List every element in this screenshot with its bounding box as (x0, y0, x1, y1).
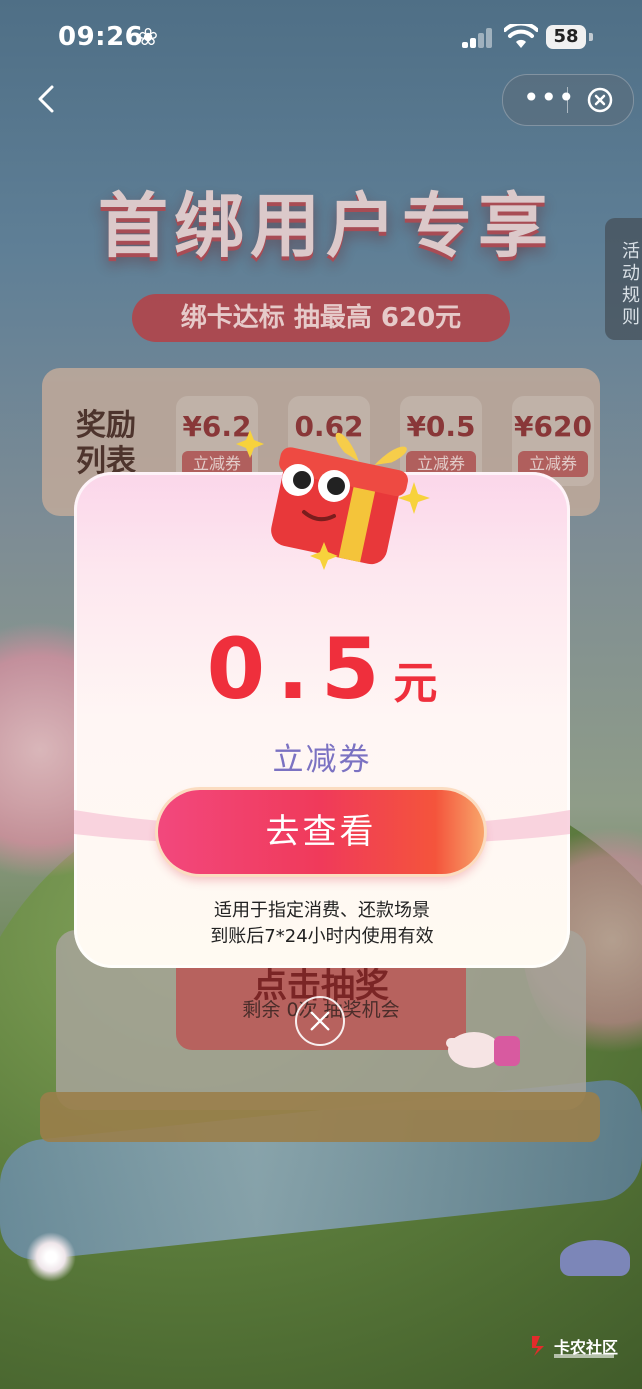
banner-title: 首绑用户专享 (98, 185, 554, 267)
usage-note-line2: 到账后7*24小时内使用有效 (210, 926, 434, 947)
usage-note-line1: 适用于指定消费、还款场景 (214, 900, 430, 921)
watermark-logo: 卡农社区 (530, 1332, 630, 1362)
pointing-hand-icon (446, 1032, 520, 1068)
battery-tip (589, 33, 593, 41)
close-modal-icon[interactable] (295, 996, 345, 1046)
usage-note: 适用于指定消费、还款场景 到账后7*24小时内使用有效 (74, 898, 570, 950)
prize-amount: 0.5元 (74, 620, 570, 718)
background-mushroom (560, 1240, 630, 1276)
status-time: 09:26 (58, 22, 144, 52)
prize-amount-value: 0.5 (206, 620, 392, 718)
back-icon[interactable] (32, 84, 62, 114)
banner-subtitle: 绑卡达标 抽最高 620元 (132, 294, 510, 342)
page: 09:26 ❀ 58 ••• 首绑用户专享 绑卡达标 抽最高 620元 活动规则… (0, 0, 642, 1389)
mini-program-capsule: ••• (502, 74, 634, 126)
gold-base (40, 1092, 600, 1142)
background-flower (26, 1232, 76, 1282)
gift-mascot-icon (236, 430, 430, 570)
reward-list-label: 奖励列表 (76, 408, 136, 479)
more-icon[interactable]: ••• (523, 84, 575, 112)
coupon-type: 立减券 (272, 742, 372, 778)
capsule-divider (567, 87, 568, 113)
status-bar: 09:26 ❀ 58 (0, 0, 642, 76)
cellular-signal-icon (462, 28, 494, 48)
reward-amount: ¥620 (514, 410, 592, 443)
close-mini-program-icon[interactable] (587, 87, 613, 113)
prize-amount-unit: 元 (393, 658, 438, 709)
flower-icon: ❀ (138, 23, 159, 51)
wifi-icon (504, 24, 538, 48)
view-coupon-button[interactable]: 去查看 (158, 790, 484, 874)
battery-indicator: 58 (546, 25, 586, 49)
watermark-icon (532, 1336, 544, 1356)
watermark-subline (554, 1354, 614, 1358)
rules-tab[interactable]: 活动规则 (605, 218, 642, 340)
